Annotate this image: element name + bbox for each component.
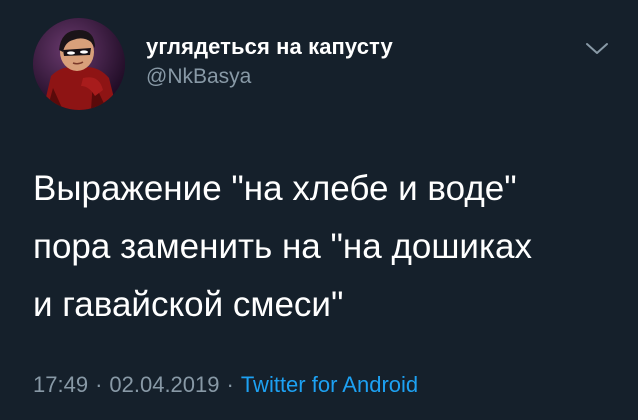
tweet-meta: 17:49 · 02.04.2019 · Twitter for Android (33, 372, 418, 398)
chevron-down-icon[interactable] (584, 40, 610, 58)
author-handle[interactable]: @NkBasya (146, 65, 393, 89)
tweet-text-line: пора заменить на "на дошиках (33, 227, 533, 266)
tweet-text: Выражение "на хлебе и воде" пора заменит… (33, 160, 623, 334)
author-display-name[interactable]: углядеться на капусту (146, 34, 393, 60)
meta-separator: · (95, 372, 103, 397)
tweet-time[interactable]: 17:49 (33, 372, 88, 397)
meta-separator: · (226, 372, 234, 397)
tweet-header: углядеться на капусту @NkBasya (146, 34, 393, 89)
avatar[interactable] (33, 18, 125, 110)
tweet-text-line: Выражение "на хлебе и воде" (33, 169, 517, 208)
tweet-date[interactable]: 02.04.2019 (109, 372, 219, 397)
tweet-text-line: и гавайской смеси" (33, 285, 344, 324)
tweet-card: углядеться на капусту @NkBasya Выражение… (0, 0, 638, 420)
tweet-source-link[interactable]: Twitter for Android (241, 372, 418, 397)
avatar-image (33, 18, 125, 110)
